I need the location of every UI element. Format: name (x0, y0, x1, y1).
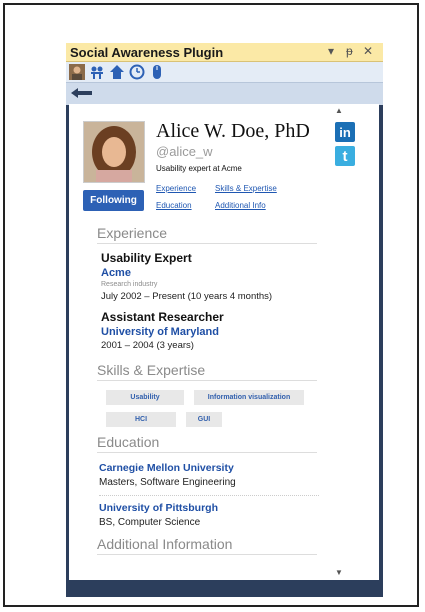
profile-headline: Usability expert at Acme (156, 164, 242, 173)
profile-handle: @alice_w (156, 144, 213, 159)
skill-chip[interactable]: HCI (106, 412, 176, 427)
home-icon[interactable] (109, 64, 125, 80)
link-additional-info[interactable]: Additional Info (215, 201, 266, 210)
job-org-1[interactable]: Acme (101, 267, 131, 279)
following-button[interactable]: Following (83, 190, 144, 211)
pin-icon[interactable]: ᵽ (346, 44, 353, 58)
school-name-2[interactable]: University of Pittsburgh (99, 502, 218, 514)
section-additional-info: Additional Information (97, 536, 317, 555)
back-arrow-icon[interactable] (71, 86, 93, 105)
user-icon[interactable] (69, 64, 85, 80)
divider (99, 495, 319, 496)
clock-icon[interactable] (129, 64, 145, 80)
avatar (83, 121, 145, 183)
twitter-icon[interactable]: t (335, 146, 355, 166)
link-experience[interactable]: Experience (156, 184, 196, 193)
section-experience: Experience (97, 225, 317, 244)
titlebar: Social Awareness Plugin ▾ ᵽ ✕ (66, 43, 383, 62)
scroll-down-icon[interactable]: ▼ (335, 568, 343, 577)
section-skills: Skills & Expertise (97, 362, 317, 381)
linkedin-icon[interactable]: in (335, 122, 355, 142)
school-name-1[interactable]: Carnegie Mellon University (99, 462, 234, 474)
job-dates-2: 2001 – 2004 (3 years) (101, 340, 194, 351)
job-title-2: Assistant Researcher (101, 310, 224, 324)
job-dates-1: July 2002 – Present (10 years 4 months) (101, 291, 273, 302)
link-skills[interactable]: Skills & Expertise (215, 184, 277, 193)
close-icon[interactable]: ✕ (363, 44, 373, 58)
outer-frame: Social Awareness Plugin ▾ ᵽ ✕ ▲ Alice W.… (3, 3, 419, 607)
profile-name: Alice W. Doe, PhD (156, 120, 310, 142)
skill-chip[interactable]: Usability (106, 390, 184, 405)
section-education: Education (97, 434, 317, 453)
toolbar (66, 62, 383, 82)
people-icon[interactable] (89, 64, 105, 80)
profile-content: ▲ Alice W. Doe, PhD @alice_w Usability e… (69, 104, 379, 580)
job-industry-1: Research industry (101, 281, 158, 288)
skill-chip[interactable]: Information visualization (194, 390, 304, 405)
degree-1: Masters, Software Engineering (99, 477, 236, 488)
plugin-panel: Social Awareness Plugin ▾ ᵽ ✕ ▲ Alice W.… (66, 43, 383, 597)
job-org-2[interactable]: University of Maryland (101, 326, 219, 338)
mouse-icon[interactable] (149, 64, 165, 80)
job-title-1: Usability Expert (101, 251, 192, 265)
nav-bar (66, 82, 383, 105)
link-education[interactable]: Education (156, 201, 192, 210)
scroll-up-icon[interactable]: ▲ (335, 106, 343, 115)
skill-chip[interactable]: GUI (186, 412, 222, 427)
degree-2: BS, Computer Science (99, 517, 201, 528)
window-title: Social Awareness Plugin (70, 45, 224, 60)
dropdown-icon[interactable]: ▾ (328, 44, 334, 58)
